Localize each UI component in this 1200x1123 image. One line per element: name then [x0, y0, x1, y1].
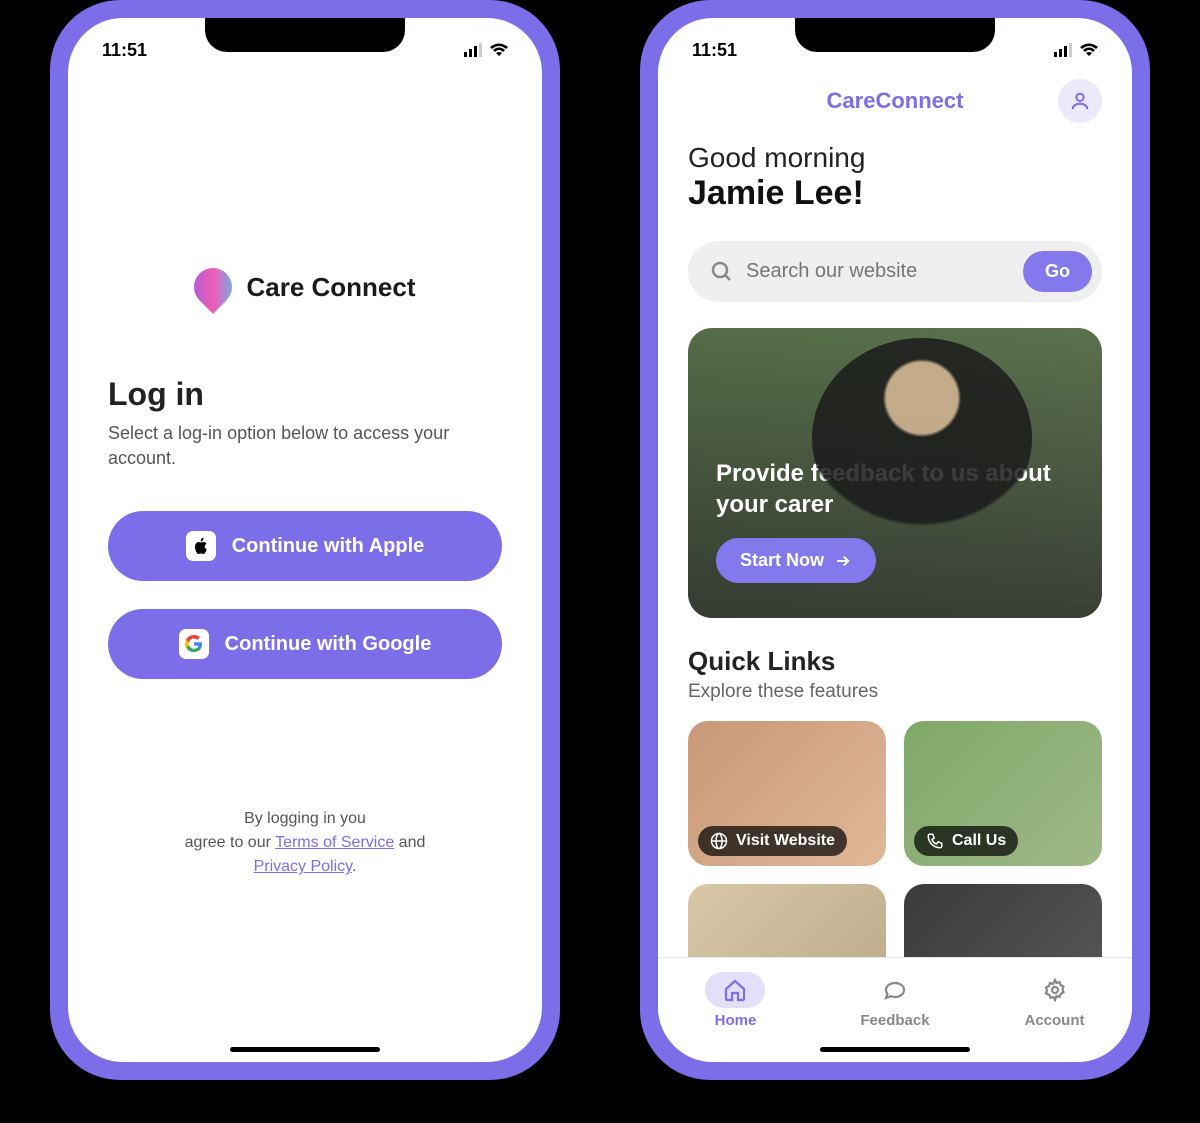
google-button-label: Continue with Google	[225, 633, 432, 656]
search-bar: Go	[688, 241, 1102, 302]
logo-text: Care Connect	[246, 272, 415, 303]
logo: Care Connect	[108, 268, 502, 306]
app-title: CareConnect	[827, 88, 964, 114]
search-input[interactable]	[746, 260, 1011, 283]
tab-icon-wrap	[705, 972, 765, 1008]
login-subheading: Select a log-in option below to access y…	[108, 421, 502, 471]
arrow-right-icon	[834, 552, 852, 570]
legal-period: .	[352, 858, 356, 875]
quick-link-call-us[interactable]: Call Us	[904, 721, 1102, 866]
legal-and: and	[394, 834, 425, 851]
phone-frame-login: 11:51 Care Connect Log in Select a log-i…	[50, 0, 560, 1080]
greeting-text: Good morning	[688, 142, 1102, 174]
phone-icon	[926, 832, 944, 850]
legal-line1: By logging in you	[244, 810, 366, 827]
login-heading: Log in	[108, 376, 502, 413]
user-name: Jamie Lee!	[688, 174, 1102, 213]
quick-link-visit-website[interactable]: Visit Website	[688, 721, 886, 866]
user-icon	[1069, 90, 1091, 112]
tab-feedback[interactable]: Feedback	[860, 972, 929, 1029]
quick-link-label: Call Us	[914, 826, 1018, 856]
cellular-icon	[1054, 43, 1074, 57]
continue-apple-button[interactable]: Continue with Apple	[108, 511, 502, 581]
tab-label: Home	[715, 1012, 757, 1029]
start-now-button[interactable]: Start Now	[716, 538, 876, 583]
phone-frame-home: 11:51 CareConnect Good morning Jamie Lee…	[640, 0, 1150, 1080]
quick-links-heading: Quick Links	[688, 646, 1102, 677]
tab-account[interactable]: Account	[1025, 972, 1085, 1029]
status-icons	[1054, 43, 1098, 57]
tab-icon-wrap	[1025, 972, 1085, 1008]
quick-link-label: Visit Website	[698, 826, 847, 856]
terms-link[interactable]: Terms of Service	[275, 834, 394, 851]
wifi-icon	[1080, 43, 1098, 57]
tab-home[interactable]: Home	[705, 972, 765, 1029]
search-go-button[interactable]: Go	[1023, 251, 1092, 292]
home-header: CareConnect	[658, 68, 1132, 124]
ql-label-text: Call Us	[952, 832, 1006, 850]
profile-button[interactable]	[1058, 79, 1102, 123]
notch	[205, 18, 405, 52]
wifi-icon	[490, 43, 508, 57]
tab-label: Account	[1025, 1012, 1085, 1029]
google-icon	[179, 629, 209, 659]
privacy-link[interactable]: Privacy Policy	[254, 858, 352, 875]
ql-label-text: Visit Website	[736, 832, 835, 850]
logo-blob-icon	[187, 260, 241, 314]
search-icon	[710, 260, 734, 284]
status-time: 11:51	[692, 40, 737, 61]
chat-icon	[883, 978, 907, 1002]
feedback-hero-card: Provide feedback to us about your carer …	[688, 328, 1102, 618]
status-time: 11:51	[102, 40, 147, 61]
login-content: Care Connect Log in Select a log-in opti…	[68, 68, 542, 1062]
screen-login: 11:51 Care Connect Log in Select a log-i…	[68, 18, 542, 1062]
home-indicator	[230, 1047, 380, 1052]
cellular-icon	[464, 43, 484, 57]
continue-google-button[interactable]: Continue with Google	[108, 609, 502, 679]
apple-button-label: Continue with Apple	[232, 535, 425, 558]
hero-image	[812, 338, 1032, 538]
home-icon	[723, 978, 747, 1002]
legal-text: By logging in you agree to our Terms of …	[108, 807, 502, 879]
apple-icon	[186, 531, 216, 561]
tab-label: Feedback	[860, 1012, 929, 1029]
gear-icon	[1043, 978, 1067, 1002]
home-body: Good morning Jamie Lee! Go Provide feedb…	[658, 124, 1132, 1029]
quick-links-sub: Explore these features	[688, 681, 1102, 703]
globe-icon	[710, 832, 728, 850]
status-icons	[464, 43, 508, 57]
screen-home: 11:51 CareConnect Good morning Jamie Lee…	[658, 18, 1132, 1062]
legal-prefix: agree to our	[185, 834, 275, 851]
notch	[795, 18, 995, 52]
tab-icon-wrap	[865, 972, 925, 1008]
start-now-label: Start Now	[740, 550, 824, 571]
home-indicator	[820, 1047, 970, 1052]
